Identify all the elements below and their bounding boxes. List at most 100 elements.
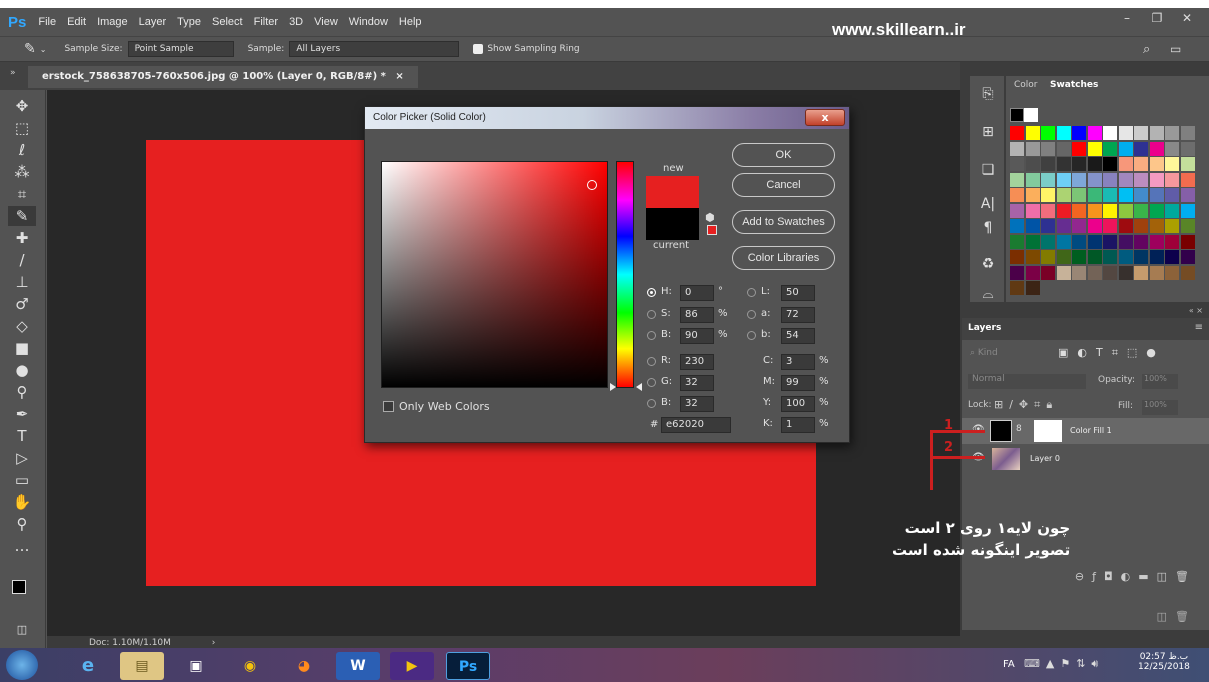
collapse-panel-icon[interactable]: » (10, 68, 16, 78)
swatch-cell[interactable] (1118, 188, 1133, 202)
menu-layer[interactable]: Layer (139, 16, 167, 28)
radio-b-lab[interactable] (747, 331, 756, 340)
add-to-swatches-button[interactable]: Add to Swatches (732, 210, 835, 234)
radio-l[interactable] (747, 288, 756, 297)
swatch-cell[interactable] (1041, 188, 1055, 202)
swatch-cell[interactable] (1087, 157, 1102, 171)
swatch-cell[interactable] (1180, 265, 1195, 280)
swatch-cell[interactable] (1149, 172, 1164, 187)
swatch-cell[interactable] (1010, 141, 1024, 156)
gradient-tool-icon[interactable]: ■ (8, 338, 36, 358)
menu-view[interactable]: View (314, 16, 338, 28)
swatch-cell[interactable] (1010, 219, 1024, 233)
menu-filter[interactable]: Filter (254, 16, 278, 28)
menu-file[interactable]: File (38, 16, 56, 28)
swatch-cell[interactable] (1087, 234, 1102, 249)
clone-stamp-tool-icon[interactable]: ⊥ (8, 272, 36, 292)
swatch-cell[interactable] (1118, 219, 1133, 233)
radio-b-rgb[interactable] (647, 399, 656, 408)
swatch-cell[interactable] (1087, 126, 1102, 140)
hue-slider[interactable] (616, 161, 634, 388)
cancel-button[interactable]: Cancel (732, 173, 835, 197)
history-panel-icon[interactable]: ⎘ (979, 86, 997, 102)
swatch-cell[interactable] (1134, 157, 1148, 171)
eraser-tool-icon[interactable]: ◇ (8, 316, 36, 336)
swatch-cell[interactable] (1025, 281, 1040, 295)
eyedropper-icon[interactable]: ✎ (24, 41, 36, 57)
swatch-cell[interactable] (1149, 126, 1164, 140)
swatch-cell[interactable] (1056, 219, 1071, 233)
swatch-cell[interactable] (1149, 141, 1164, 156)
swatch-cell[interactable] (1041, 219, 1055, 233)
crop-tool-icon[interactable]: ⌗ (8, 184, 36, 204)
hand-tool-icon[interactable]: ✋ (8, 492, 36, 512)
swatch-cell[interactable] (1165, 219, 1179, 233)
video-player-icon[interactable]: ▶ (390, 652, 434, 680)
swatch-cell[interactable] (1056, 172, 1071, 187)
recent-swatch-white[interactable] (1024, 108, 1038, 122)
paragraph-panel-icon[interactable]: ¶ (979, 220, 997, 236)
layers-collapse-icon[interactable]: « × (962, 306, 1209, 318)
opacity-input[interactable]: 100% (1142, 374, 1178, 389)
menu-3d[interactable]: 3D (289, 16, 303, 28)
swatch-cell[interactable] (1103, 172, 1117, 187)
color-libraries-button[interactable]: Color Libraries (732, 246, 835, 270)
out-of-gamut-icon[interactable]: ⬢ (705, 211, 715, 224)
swatch-cell[interactable] (1056, 203, 1071, 218)
field-y[interactable]: 100 (781, 396, 815, 412)
menu-help[interactable]: Help (399, 16, 422, 28)
swatch-cell[interactable] (1134, 234, 1148, 249)
layer-row[interactable]: 👁︎ Layer 0 (962, 446, 1209, 472)
blur-tool-icon[interactable]: ● (8, 360, 36, 380)
radio-r[interactable] (647, 357, 656, 366)
quick-mask-icon[interactable]: ◫ (8, 620, 36, 640)
swatch-cell[interactable] (1010, 157, 1024, 171)
swatch-cell[interactable] (1025, 234, 1040, 249)
swatch-cell[interactable] (1025, 172, 1040, 187)
sample-size-select[interactable]: Point Sample (127, 41, 234, 57)
swatch-cell[interactable] (1103, 219, 1117, 233)
pen-tool-icon[interactable]: ✒ (8, 404, 36, 424)
swatch-cell[interactable] (1134, 188, 1148, 202)
swatch-cell[interactable] (1010, 188, 1024, 202)
swatch-cell[interactable] (1103, 203, 1117, 218)
swatch-cell[interactable] (1180, 188, 1195, 202)
workspace-icon[interactable]: ▭ (1170, 42, 1181, 56)
swatch-cell[interactable] (1056, 188, 1071, 202)
swatch-cell[interactable] (1087, 188, 1102, 202)
swatch-cell[interactable] (1134, 203, 1148, 218)
swatch-cell[interactable] (1072, 157, 1086, 171)
marquee-tool-icon[interactable]: ⬚ (8, 118, 36, 138)
swatch-cell[interactable] (1134, 265, 1148, 280)
ie-icon[interactable]: e (66, 652, 110, 680)
swatch-cell[interactable] (1149, 157, 1164, 171)
field-b-lab[interactable]: 54 (781, 328, 815, 344)
field-s[interactable]: 86 (680, 307, 714, 323)
swatch-cell[interactable] (1010, 203, 1024, 218)
restore-icon[interactable]: ❐ (1143, 8, 1171, 28)
history-brush-tool-icon[interactable]: ♂ (8, 294, 36, 314)
swatch-cell[interactable] (1103, 141, 1117, 156)
brush-tool-icon[interactable]: / (8, 250, 36, 270)
swatch-cell[interactable] (1118, 172, 1133, 187)
swatch-cell[interactable] (1134, 219, 1148, 233)
document-tab[interactable]: erstock_758638705-760x506.jpg @ 100% (La… (28, 66, 418, 88)
swatch-cell[interactable] (1010, 172, 1024, 187)
blend-mode-select[interactable]: Normal (968, 374, 1086, 389)
swatch-cell[interactable] (1025, 126, 1040, 140)
field-l[interactable]: 50 (781, 285, 815, 301)
media-player-icon[interactable]: ▣ (174, 652, 218, 680)
radio-g[interactable] (647, 378, 656, 387)
menu-select[interactable]: Select (212, 16, 243, 28)
layers-title[interactable]: Layers (968, 323, 1001, 333)
field-g[interactable]: 32 (680, 375, 714, 391)
chrome-icon[interactable]: ◉ (228, 652, 272, 680)
swatch-cell[interactable] (1025, 250, 1040, 264)
swatch-cell[interactable] (1165, 126, 1179, 140)
swatch-cell[interactable] (1056, 265, 1071, 280)
swatch-cell[interactable] (1072, 234, 1086, 249)
swatch-cell[interactable] (1010, 126, 1024, 140)
rectangle-tool-icon[interactable]: ▭ (8, 470, 36, 490)
layer-name[interactable]: Color Fill 1 (1070, 426, 1112, 435)
field-a[interactable]: 72 (781, 307, 815, 323)
